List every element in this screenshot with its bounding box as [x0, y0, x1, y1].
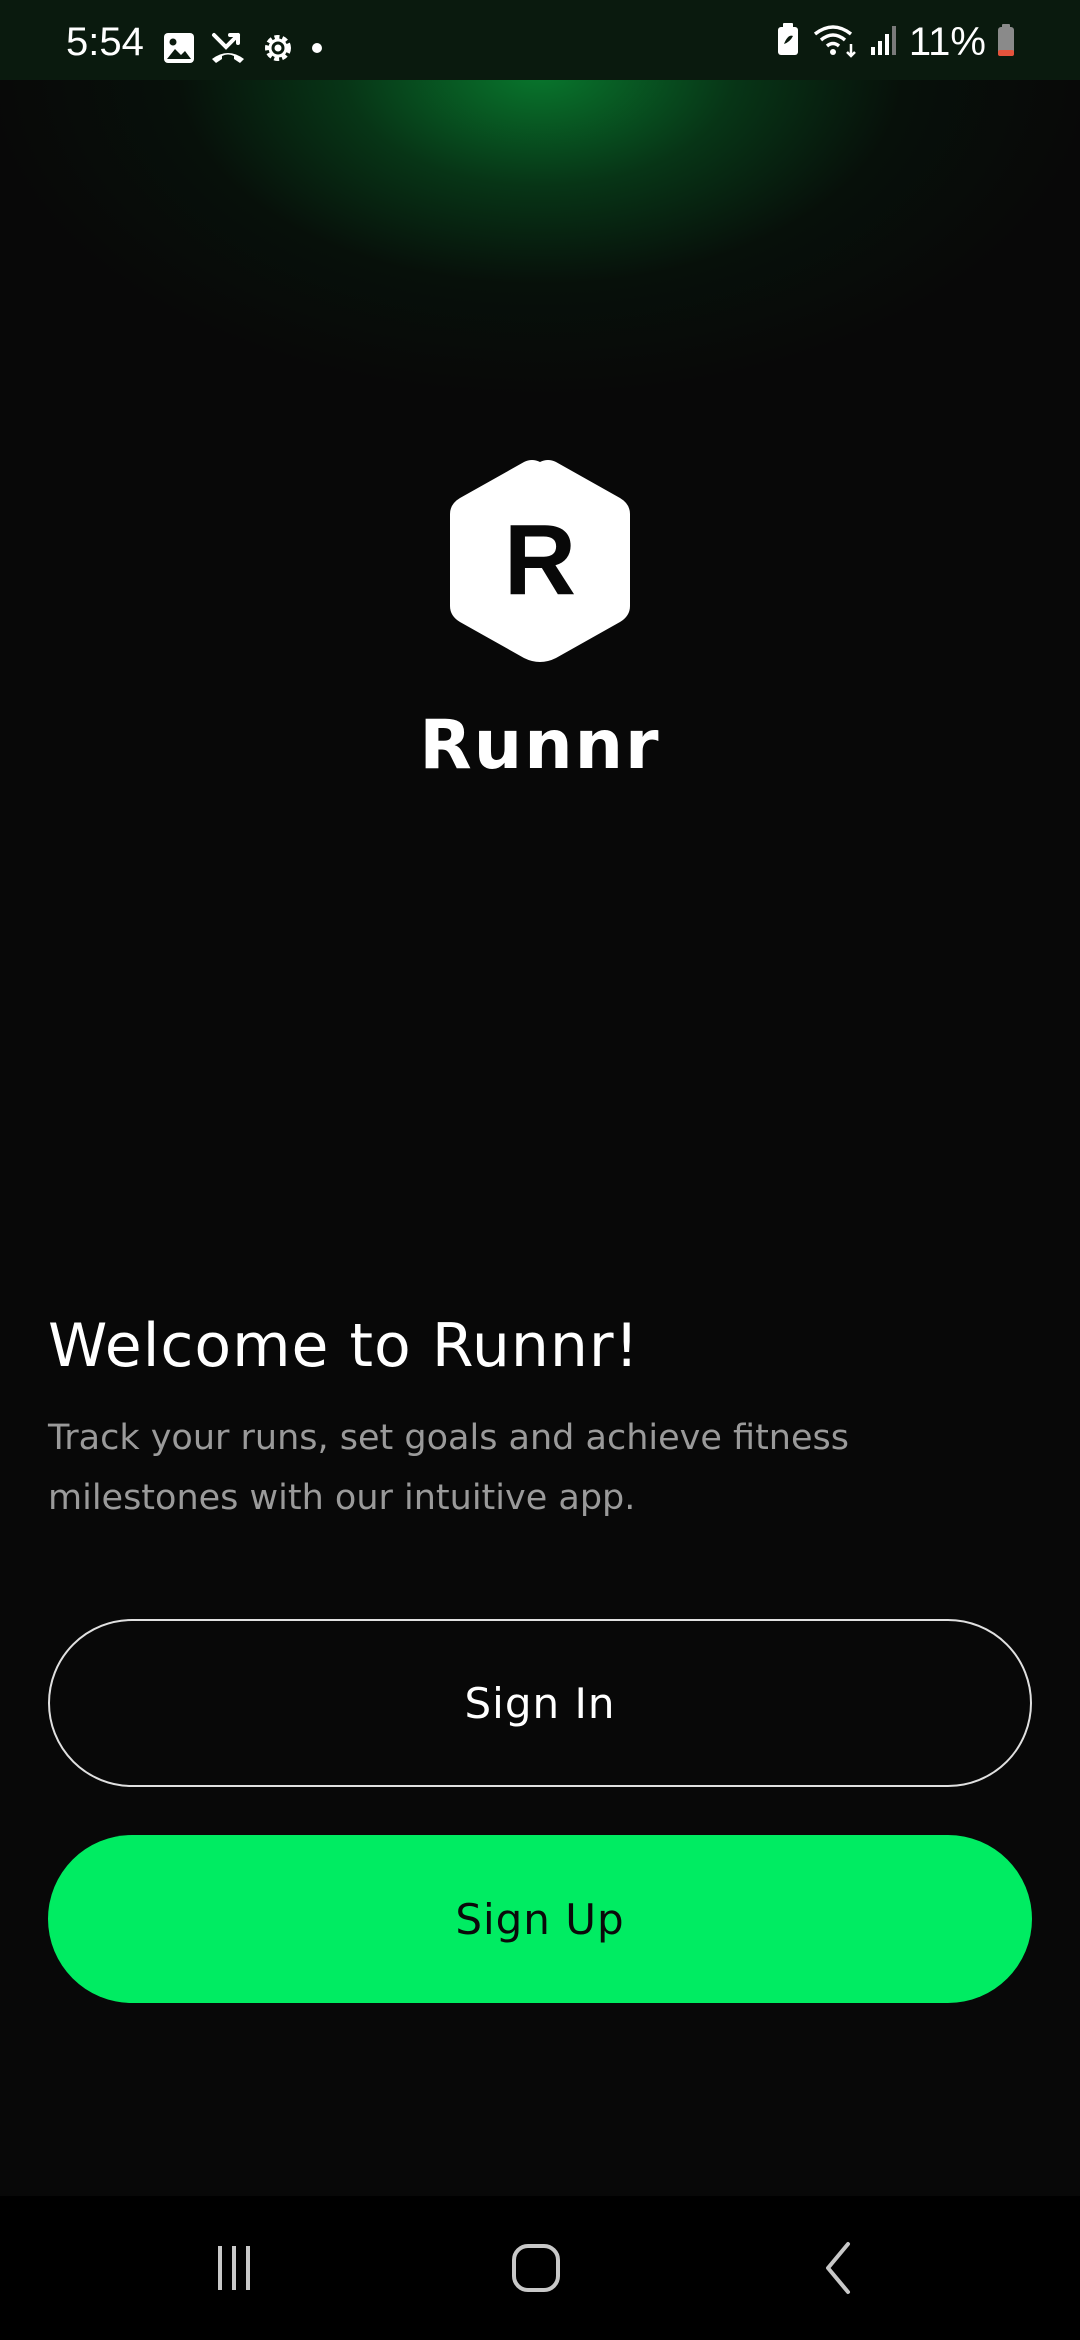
logo-letter: R: [503, 503, 577, 616]
app-name: Runnr: [419, 706, 661, 785]
status-bar: 5:54 11%: [0, 0, 1080, 80]
battery-percent: 11%: [908, 20, 986, 64]
image-icon: [162, 31, 196, 70]
recents-icon: [218, 2246, 250, 2290]
back-button[interactable]: [760, 2196, 920, 2340]
battery-icon: [996, 22, 1016, 63]
sign-up-button[interactable]: Sign Up: [48, 1835, 1032, 2003]
signal-icon: [869, 23, 899, 62]
recents-button[interactable]: [154, 2196, 314, 2340]
settings-gear-icon: [260, 30, 296, 71]
status-left-icons: [162, 30, 324, 70]
sign-up-label: Sign Up: [455, 1894, 625, 1944]
app-logo: R: [448, 458, 632, 662]
wifi-icon: [811, 22, 859, 63]
welcome-description: Track your runs, set goals and achieve f…: [48, 1418, 849, 1518]
welcome-screen: 5:54 11% R Runnr Welcome to Runnr! Track…: [0, 0, 1080, 2340]
sign-in-label: Sign In: [464, 1678, 616, 1728]
system-nav-bar: [0, 2196, 1080, 2340]
sign-in-button[interactable]: Sign In: [48, 1619, 1032, 1787]
missed-call-icon: [210, 31, 246, 70]
welcome-title: Welcome to Runnr!: [48, 1311, 640, 1381]
home-button[interactable]: [456, 2196, 616, 2340]
home-icon: [512, 2244, 560, 2292]
notification-dot-icon: [310, 41, 324, 60]
status-right: 11%: [775, 22, 1016, 62]
battery-saver-icon: [775, 22, 801, 63]
status-time: 5:54: [66, 20, 144, 64]
back-icon: [826, 2242, 850, 2294]
